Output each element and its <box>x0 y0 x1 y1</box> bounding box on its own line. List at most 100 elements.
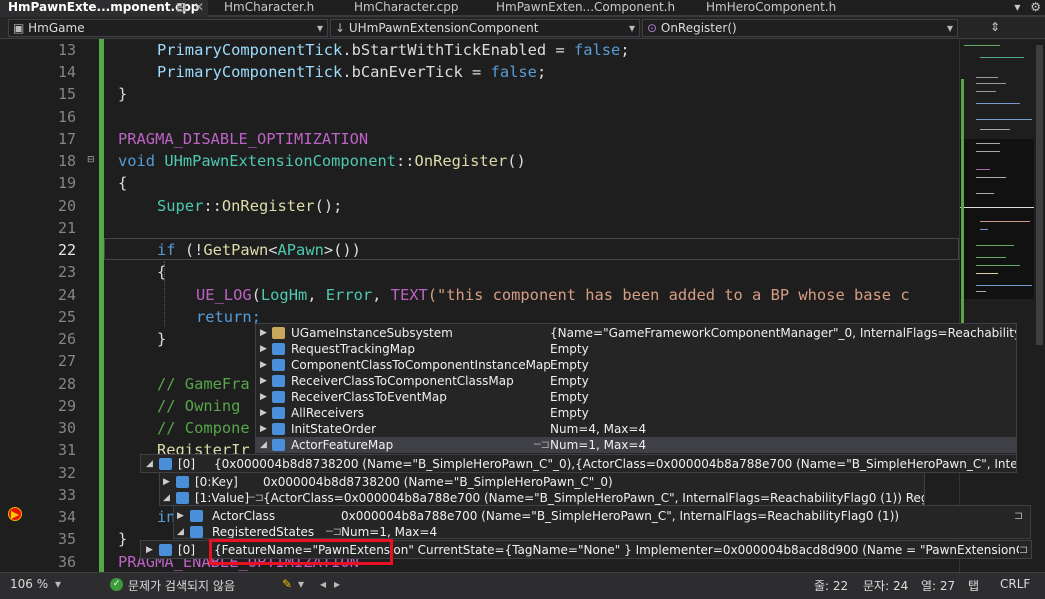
pin-icon[interactable]: ─⊐ <box>326 524 342 538</box>
datatip-row[interactable]: ▶ [0:Key] 0x000004b8d8738200 (Name="B_Si… <box>160 474 924 490</box>
field-icon <box>272 343 285 355</box>
datatip-row[interactable]: ▶ InitStateOrder Num=4, Max=4 <box>256 421 1016 437</box>
member-dropdown[interactable]: ⊙ OnRegister() ▾ <box>642 19 958 37</box>
expand-arrow-icon[interactable]: ▶ <box>260 341 267 357</box>
zoom-dropdown-icon[interactable]: ▾ <box>55 577 61 591</box>
datatip-row-selected[interactable]: ◢ ActorFeatureMap ─⊐ Num=1, Max=4 <box>256 437 1016 453</box>
tab-hmpawnextensioncomponent-h[interactable]: HmPawnExten...Component.h <box>488 0 696 17</box>
collapse-arrow-icon[interactable]: ◢ <box>260 437 267 453</box>
pin-icon[interactable]: ⊐ <box>1014 508 1023 524</box>
tab-settings-icon[interactable]: ⚙ <box>1030 0 1041 14</box>
member-value: Empty <box>550 390 589 404</box>
member-value: Num=4, Max=4 <box>550 422 647 436</box>
minimap-viewport[interactable] <box>960 139 1034 299</box>
collapse-arrow-icon[interactable]: ◢ <box>163 490 170 505</box>
datatip-row[interactable]: ◢ [1:Value] ─⊐ {ActorClass=0x000004b8a78… <box>160 490 924 505</box>
code-minimap[interactable] <box>959 39 1034 572</box>
code-cleanup-icon[interactable]: ✎ <box>282 577 292 591</box>
project-name: HmGame <box>28 21 85 35</box>
expand-arrow-icon[interactable]: ▶ <box>163 474 170 490</box>
pin-icon[interactable]: ─⊐ <box>534 437 550 453</box>
expand-arrow-icon[interactable]: ▶ <box>260 389 267 405</box>
expand-arrow-icon[interactable]: ▶ <box>260 325 267 341</box>
datatip-row[interactable]: ▶ RequestTrackingMap Empty <box>256 341 1016 357</box>
datatip-row[interactable]: ▶ AllReceivers Empty <box>256 405 1016 421</box>
expand-arrow-icon[interactable]: ▶ <box>260 357 267 373</box>
expand-arrow-icon[interactable]: ▶ <box>260 421 267 437</box>
tab-hmherocomponent-h[interactable]: HmHeroComponent.h <box>698 0 878 17</box>
line-ending[interactable]: CRLF <box>1000 577 1030 591</box>
pin-icon[interactable]: ⊐ <box>1019 542 1028 558</box>
tab-hmcharacter-cpp[interactable]: HmCharacter.cpp <box>346 0 486 17</box>
datatip-row[interactable]: ▶ ReceiverClassToEventMap Empty <box>256 389 1016 405</box>
nav-back-icon[interactable]: ◂ <box>320 577 326 591</box>
minimap-line <box>976 151 1000 152</box>
code-line-15: } <box>118 85 128 103</box>
split-editor-icon[interactable]: ⇕ <box>990 20 1000 34</box>
datatip-row[interactable]: ▶ ActorClass 0x000004b8a788e700 (Name="B… <box>174 508 1030 524</box>
tab-overflow-tools: ▾ ⚙ <box>1014 0 1041 14</box>
chevron-down-icon: ▾ <box>946 21 953 35</box>
member-value: Empty <box>550 374 589 388</box>
highlight-box <box>209 539 393 565</box>
vertical-scrollbar[interactable] <box>1034 39 1045 572</box>
expand-arrow-icon[interactable]: ▶ <box>260 405 267 421</box>
tab-label: HmPawnExten...Component.h <box>496 0 676 14</box>
member-value: 0x000004b8d8738200 (Name="B_SimpleHeroPa… <box>263 475 613 489</box>
minimap-line <box>976 83 1006 84</box>
collapse-arrow-icon[interactable]: ◢ <box>177 524 184 538</box>
member-value: 0x000004b8a788e700 (Name="B_SimpleHeroPa… <box>341 509 900 523</box>
member-name: ReceiverClassToEventMap <box>291 390 447 404</box>
nav-forward-icon[interactable]: ▸ <box>334 577 340 591</box>
column-indicator[interactable]: 열: 27 <box>921 577 955 594</box>
field-icon <box>272 375 285 387</box>
code-line-35: } <box>118 530 128 548</box>
expand-arrow-icon[interactable]: ▶ <box>146 542 153 558</box>
field-icon <box>159 458 172 470</box>
indent-mode[interactable]: 탭 <box>968 577 979 594</box>
tab-list-icon[interactable]: ▾ <box>1014 0 1020 14</box>
datatip-row[interactable]: ◢ RegisteredStates ─⊐ Num=1, Max=4 <box>174 524 1030 538</box>
field-icon <box>190 526 203 538</box>
expand-arrow-icon[interactable]: ▶ <box>260 373 267 389</box>
close-icon[interactable]: ✕ <box>194 0 204 15</box>
issues-status[interactable]: 문제가 검색되지 않음 <box>128 577 235 594</box>
member-value: Empty <box>550 342 589 356</box>
chevron-down-icon[interactable]: ▾ <box>298 577 304 591</box>
datatip-row[interactable]: ▶ ComponentClassToComponentInstanceMap E… <box>256 357 1016 373</box>
member-value: {ActorClass=0x000004b8a788e700 (Name="B_… <box>263 491 924 505</box>
char-indicator[interactable]: 문자: 24 <box>863 577 908 594</box>
line-indicator[interactable]: 줄: 22 <box>814 577 848 594</box>
member-value: Num=1, Max=4 <box>550 438 647 452</box>
minimap-line <box>976 257 1006 258</box>
tab-hmpawnextensioncomponent-cpp[interactable]: HmPawnExte...mponent.cpp ⊟ ✕ <box>0 0 208 17</box>
close-icon[interactable]: ⊟ <box>176 0 186 15</box>
tab-hmcharacter-h[interactable]: HmCharacter.h <box>216 0 344 17</box>
datatip-row[interactable]: ◢ [0] {0x000004b8d8738200 (Name="B_Simpl… <box>141 456 1016 472</box>
field-icon <box>159 544 172 556</box>
scope-dropdown[interactable]: ↓ UHmPawnExtensionComponent ▾ <box>330 19 640 37</box>
collapse-region-icon[interactable]: ⊟ <box>87 155 95 165</box>
tab-bar: HmPawnExte...mponent.cpp ⊟ ✕ HmCharacter… <box>0 0 1045 17</box>
collapse-arrow-icon[interactable]: ◢ <box>146 456 153 472</box>
chevron-down-icon: ▾ <box>628 21 635 35</box>
line-number: 20 <box>57 197 76 215</box>
zoom-level[interactable]: 106 % <box>10 577 48 591</box>
pin-icon[interactable]: ─⊐ <box>248 490 264 505</box>
member-value: Empty <box>550 358 589 372</box>
datatip-row[interactable]: ▶ UGameInstanceSubsystem {Name="GameFram… <box>256 325 1016 341</box>
scrollbar-thumb[interactable] <box>1036 45 1043 345</box>
line-number: 15 <box>57 85 76 103</box>
line-number: 30 <box>57 419 76 437</box>
line-number: 21 <box>57 219 76 237</box>
datatip-row[interactable]: ▶ ReceiverClassToComponentClassMap Empty <box>256 373 1016 389</box>
horizontal-scrollbar[interactable] <box>340 573 960 577</box>
line-number: 36 <box>57 553 76 571</box>
minimap-line <box>976 265 1020 266</box>
minimap-line <box>976 77 998 78</box>
project-dropdown[interactable]: ▣ HmGame ▾ <box>8 19 328 37</box>
member-value: Empty <box>550 406 589 420</box>
minimap-line <box>976 193 994 194</box>
breakpoint-arrow-icon[interactable] <box>8 507 22 521</box>
expand-arrow-icon[interactable]: ▶ <box>177 508 184 524</box>
